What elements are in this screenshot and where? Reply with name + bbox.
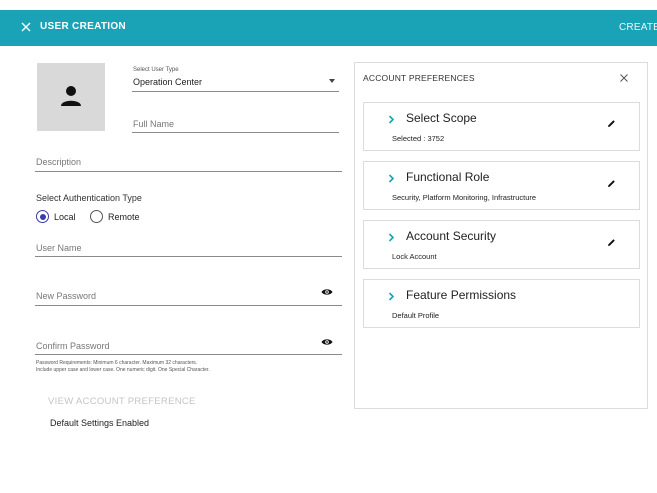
- panel-title: ACCOUNT PREFERENCES: [363, 73, 475, 83]
- radio-remote[interactable]: [90, 210, 103, 223]
- user-name-underline: [35, 256, 342, 257]
- pref-card-title: Feature Permissions: [406, 288, 517, 302]
- radio-local-label[interactable]: Local: [54, 212, 76, 222]
- pref-card-subtitle: Security, Platform Monitoring, Infrastru…: [392, 193, 537, 202]
- create-button[interactable]: CREATE: [619, 22, 657, 33]
- dialog-title: USER CREATION: [40, 21, 126, 32]
- chevron-down-icon[interactable]: [329, 79, 335, 83]
- pref-card-subtitle: Lock Account: [392, 252, 437, 261]
- radio-remote-label[interactable]: Remote: [108, 212, 140, 222]
- radio-local[interactable]: [36, 210, 49, 223]
- full-name-underline: [132, 132, 339, 133]
- password-requirements-line: Password Requirements: Minimum 6 charact…: [36, 360, 198, 366]
- confirm-password-underline: [35, 354, 342, 355]
- pref-card-subtitle: Default Profile: [392, 311, 440, 320]
- pref-card-subtitle: Selected : 3752: [392, 134, 445, 143]
- user-type-value: Operation Center: [133, 77, 203, 87]
- close-icon[interactable]: [18, 19, 34, 35]
- new-password-input[interactable]: New Password: [36, 291, 96, 301]
- pref-card-title: Account Security: [406, 229, 497, 243]
- new-password-underline: [35, 305, 342, 306]
- default-settings-text: Default Settings Enabled: [50, 418, 150, 428]
- auth-type-label: Select Authentication Type: [36, 193, 142, 203]
- account-preferences-panel: ACCOUNT PREFERENCES Select Scope Selecte…: [354, 62, 648, 409]
- pref-card-feature-permissions[interactable]: Feature Permissions Default Profile: [363, 279, 640, 328]
- user-type-label: Select User Type: [133, 67, 179, 73]
- chevron-right-icon: [388, 233, 395, 242]
- description-underline: [35, 171, 342, 172]
- close-icon[interactable]: [619, 73, 629, 83]
- password-requirements-line: Include upper case and lower case. One n…: [36, 367, 210, 373]
- eye-icon[interactable]: [321, 288, 333, 296]
- confirm-password-input[interactable]: Confirm Password: [36, 341, 110, 351]
- eye-icon[interactable]: [321, 338, 333, 346]
- chevron-right-icon: [388, 115, 395, 124]
- pref-card-functional-role[interactable]: Functional Role Security, Platform Monit…: [363, 161, 640, 210]
- top-strip: [0, 0, 657, 10]
- pref-card-select-scope[interactable]: Select Scope Selected : 3752: [363, 102, 640, 151]
- pencil-icon[interactable]: [607, 179, 616, 188]
- person-icon: [61, 86, 81, 106]
- password-requirements: Password Requirements: Minimum 6 charact…: [36, 360, 336, 374]
- pencil-icon[interactable]: [607, 119, 616, 128]
- description-input[interactable]: Description: [36, 157, 81, 167]
- avatar[interactable]: [37, 63, 105, 131]
- full-name-input[interactable]: Full Name: [133, 119, 174, 129]
- pencil-icon[interactable]: [607, 238, 616, 247]
- pref-card-account-security[interactable]: Account Security Lock Account: [363, 220, 640, 269]
- chevron-right-icon: [388, 174, 395, 183]
- user-type-underline: [132, 91, 339, 92]
- pref-card-title: Functional Role: [406, 170, 490, 184]
- pref-card-title: Select Scope: [406, 111, 477, 125]
- chevron-right-icon: [388, 292, 395, 301]
- dialog-header: USER CREATION CREATE: [0, 10, 657, 46]
- view-account-preference-link[interactable]: VIEW ACCOUNT PREFERENCE: [48, 396, 196, 407]
- user-name-input[interactable]: User Name: [36, 243, 82, 253]
